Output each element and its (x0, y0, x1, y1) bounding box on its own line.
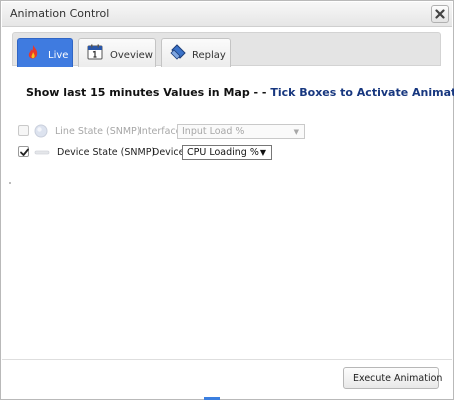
headline-accent: Tick Boxes to Activate Animation (270, 86, 454, 99)
dialog-title: Animation Control (10, 7, 110, 20)
flame-icon (28, 45, 38, 59)
dialog-titlebar[interactable]: Animation Control (2, 2, 452, 27)
device-state-label: Device State (SNMP) (57, 147, 156, 158)
headline-text: Show last 15 minutes Values in Map - - T… (26, 86, 454, 99)
interface-label: Interface (139, 126, 182, 137)
line-state-label: Line State (SNMP) (55, 126, 141, 137)
execute-animation-label: Execute Animation (353, 373, 443, 384)
line-state-checkbox[interactable] (18, 125, 29, 136)
tab-replay-label: Replay (192, 50, 226, 61)
device-select-value: CPU Loading % (187, 147, 259, 158)
tab-replay[interactable]: Replay (161, 38, 231, 67)
tag-icon (170, 44, 186, 60)
tab-overview[interactable]: Oveview (78, 38, 156, 67)
device-label: Device (152, 147, 185, 158)
chevron-down-icon: ▼ (293, 128, 299, 136)
device-state-row: Device State (SNMP) Device CPU Loading %… (18, 144, 278, 162)
interface-select-value: Input Load % (182, 126, 245, 137)
animation-control-dialog: Animation Control Live Oveview Replay Sh… (0, 0, 454, 400)
tab-overview-label: Oveview (110, 50, 153, 61)
device-select[interactable]: CPU Loading % ▼ (182, 145, 272, 160)
checkmark-icon (20, 148, 29, 156)
tab-strip: Live Oveview Replay (12, 32, 441, 67)
calendar-icon (87, 44, 103, 60)
tab-live[interactable]: Live (17, 38, 73, 67)
close-icon (435, 9, 445, 19)
interface-select[interactable]: Input Load % ▼ (177, 124, 305, 139)
device-state-icon (34, 150, 50, 155)
line-state-icon (34, 124, 48, 138)
line-state-row: Line State (SNMP) Interface Input Load %… (18, 123, 318, 141)
close-button[interactable] (431, 5, 449, 23)
tab-live-label: Live (48, 50, 69, 61)
headline-main: Show last 15 minutes Values in Map - - (26, 86, 271, 99)
divider-mark (9, 182, 11, 184)
execute-animation-button[interactable]: Execute Animation (343, 367, 443, 389)
footer-divider (2, 359, 452, 360)
chevron-down-icon: ▼ (259, 148, 266, 157)
device-state-checkbox[interactable] (18, 146, 29, 157)
